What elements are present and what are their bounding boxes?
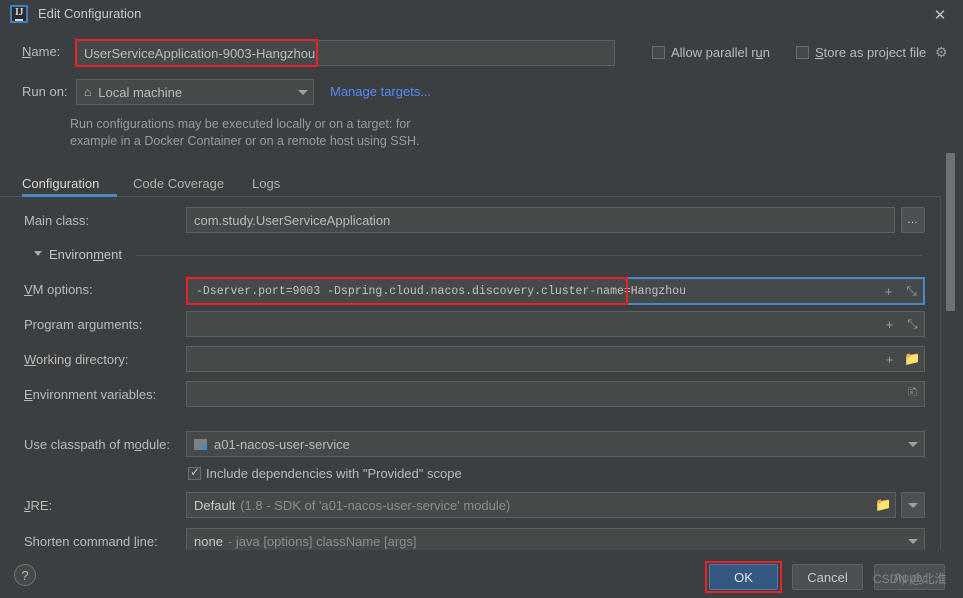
jre-value: Default — [194, 497, 236, 513]
jre-label: JRE: — [24, 498, 53, 513]
program-arguments-input[interactable]: + ⤡ — [186, 311, 925, 337]
title-bar: IJ Edit Configuration ✕ — [0, 0, 963, 30]
environment-section-rule — [136, 255, 923, 256]
store-as-project-file-checkbox[interactable] — [796, 46, 809, 59]
main-class-label: Main class: — [24, 213, 90, 228]
shorten-command-line-value: none — [194, 533, 223, 549]
main-class-input[interactable]: com.study.UserServiceApplication — [186, 207, 895, 233]
manage-targets-link[interactable]: Manage targets... — [330, 84, 431, 99]
module-icon — [194, 438, 207, 450]
tab-configuration[interactable]: Configuration — [22, 170, 117, 197]
allow-parallel-run-checkbox[interactable] — [652, 46, 665, 59]
jre-hint: (1.8 - SDK of 'a01-nacos-user-service' m… — [240, 497, 511, 513]
run-on-label: Run on: — [22, 84, 68, 99]
store-as-project-file-label: Store as project file — [815, 45, 927, 60]
tab-bar: Configuration Code Coverage Logs — [0, 170, 963, 197]
program-arguments-label: Program arguments: — [24, 317, 143, 332]
program-arguments-plus-icon[interactable]: + — [882, 317, 897, 332]
include-dependencies-label: Include dependencies with "Provided" sco… — [206, 466, 462, 481]
cancel-button[interactable]: Cancel — [792, 564, 863, 590]
tab-code-coverage[interactable]: Code Coverage — [133, 170, 228, 197]
jre-dropdown-button[interactable] — [901, 492, 925, 518]
environment-section-label: Environment — [49, 247, 122, 262]
tab-logs-label: Logs — [252, 176, 281, 191]
use-classpath-of-module-dropdown[interactable]: a01-nacos-user-service — [186, 431, 925, 457]
jre-chevron-down-icon — [908, 502, 918, 508]
shorten-command-line-hint: - java [options] className [args] — [227, 533, 417, 549]
use-classpath-chevron-down-icon[interactable] — [908, 442, 918, 447]
name-input-value: UserServiceApplication-9003-Hangzhou — [84, 45, 316, 61]
environment-variables-list-icon[interactable]: 🗈 — [905, 384, 920, 402]
tab-configuration-label: Configuration — [22, 176, 100, 191]
vm-options-field-icons: + ⤡ — [881, 279, 919, 303]
working-directory-label: Working directory: — [24, 352, 129, 367]
description-line-1: Run configurations may be executed local… — [70, 117, 411, 131]
dialog-title: Edit Configuration — [38, 6, 142, 21]
shorten-command-line-chevron-down-icon[interactable] — [908, 539, 918, 544]
vm-options-input[interactable]: -Dserver.port=9003 -Dspring.cloud.nacos.… — [186, 277, 925, 305]
tab-code-coverage-label: Code Coverage — [133, 176, 225, 191]
vm-options-label: VM options: — [24, 282, 93, 297]
environment-variables-field-icons: 🗈 — [905, 382, 920, 406]
working-directory-folder-icon[interactable]: 📁 — [904, 351, 920, 367]
name-label: Name: — [22, 44, 61, 59]
jre-folder-icon[interactable]: 📁 — [875, 497, 891, 513]
program-arguments-expand-icon[interactable]: ⤡ — [905, 316, 920, 332]
shorten-command-line-label: Shorten command line: — [24, 534, 158, 549]
description-line-2: example in a Docker Container or on a re… — [70, 134, 420, 148]
use-classpath-of-module-value: a01-nacos-user-service — [214, 436, 350, 452]
run-on-chevron-down-icon[interactable] — [298, 90, 308, 95]
working-directory-input[interactable]: + 📁 — [186, 346, 925, 372]
include-dependencies-checkbox[interactable] — [188, 465, 201, 480]
vertical-scrollbar-thumb[interactable] — [946, 153, 955, 311]
program-arguments-field-icons: + ⤡ — [882, 312, 920, 336]
environment-collapse-icon[interactable] — [34, 251, 42, 256]
run-on-dropdown[interactable]: ⌂ Local machine — [76, 79, 314, 105]
environment-variables-input[interactable]: 🗈 — [186, 381, 925, 407]
jre-field-icons: 📁 — [875, 493, 891, 517]
run-on-value: Local machine — [98, 84, 183, 100]
close-icon[interactable]: ✕ — [917, 0, 963, 30]
edit-configuration-dialog: IJ Edit Configuration ✕ Name: UserServic… — [0, 0, 963, 598]
gear-icon[interactable]: ⚙ — [935, 44, 948, 61]
ok-button[interactable]: OK — [709, 564, 778, 590]
vm-options-expand-icon[interactable]: ⤡ — [904, 283, 919, 299]
tab-logs[interactable]: Logs — [252, 170, 292, 197]
main-class-value: com.study.UserServiceApplication — [194, 212, 391, 228]
help-button[interactable]: ? — [14, 564, 36, 586]
vm-options-value: -Dserver.port=9003 -Dspring.cloud.nacos.… — [196, 284, 686, 298]
apply-button[interactable]: Apply — [874, 564, 945, 590]
use-classpath-of-module-label: Use classpath of module: — [24, 437, 170, 452]
environment-variables-label: Environment variables: — [24, 387, 157, 402]
home-icon: ⌂ — [84, 85, 92, 99]
allow-parallel-run-label: Allow parallel run — [671, 45, 771, 60]
working-directory-field-icons: + 📁 — [882, 347, 921, 371]
name-input[interactable]: UserServiceApplication-9003-Hangzhou — [76, 40, 615, 66]
vm-options-plus-icon[interactable]: + — [881, 284, 896, 299]
main-class-browse-button[interactable]: … — [901, 207, 925, 233]
jre-dropdown[interactable]: Default (1.8 - SDK of 'a01-nacos-user-se… — [186, 492, 896, 518]
run-on-description: Run configurations may be executed local… — [70, 116, 419, 150]
intellij-logo-icon: IJ — [10, 5, 28, 23]
intellij-logo-text: IJ — [15, 7, 23, 21]
working-directory-plus-icon[interactable]: + — [882, 352, 897, 367]
